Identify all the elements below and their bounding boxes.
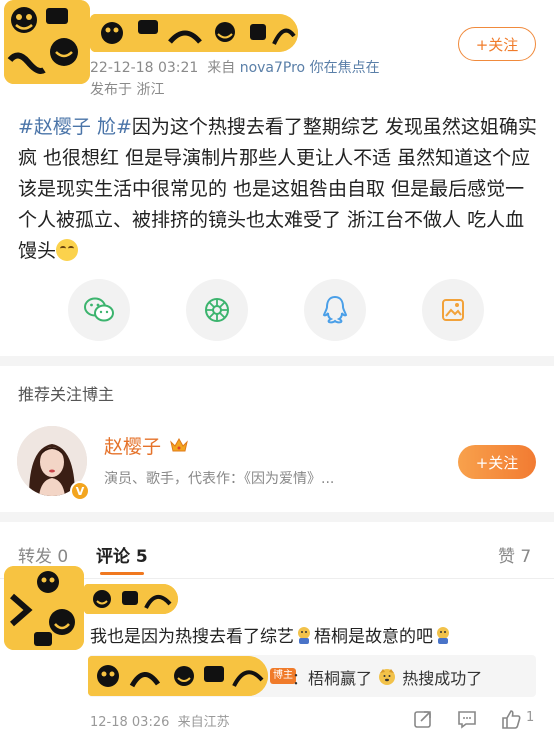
redacted-username-sticker — [90, 14, 298, 52]
dog-face-emoji-icon — [379, 669, 396, 685]
moments-icon — [205, 298, 229, 322]
comment-like-count: 1 — [526, 710, 535, 725]
tab-comment[interactable]: 评论 5 — [96, 542, 148, 567]
comment-meta: 12-18 03:26 来自江苏 — [90, 715, 230, 730]
repost-icon[interactable] — [412, 708, 434, 730]
thumbs-up-icon[interactable] — [500, 708, 522, 730]
follow-recommended-button[interactable]: +关注 — [458, 445, 536, 479]
post-location: 发布于 浙江 — [90, 82, 165, 98]
redacted-avatar-sticker — [4, 0, 90, 84]
section-divider — [0, 356, 554, 366]
doge-sad-emoji-icon — [437, 627, 449, 644]
verified-badge-icon: V — [70, 481, 90, 501]
recommend-section-title: 推荐关注博主 — [18, 385, 115, 404]
share-qq-button[interactable] — [304, 279, 366, 341]
post-device-link[interactable]: nova7Pro 你在焦点在 — [240, 60, 380, 76]
share-moments-button[interactable] — [186, 279, 248, 341]
redacted-reply-author-sticker — [88, 656, 268, 696]
post-timestamp: 22-12-18 03:21 来自 nova7Pro 你在焦点在 — [90, 60, 380, 76]
redacted-commenter-avatar-sticker — [4, 566, 84, 650]
reply-comment-icon[interactable] — [456, 708, 478, 730]
comment-text: 我也是因为热搜去看了综艺 梧桐是故意的吧 — [90, 622, 453, 647]
reply-text: ：梧桐赢了 热搜成功了 — [292, 669, 483, 688]
wechat-icon — [84, 297, 114, 322]
crown-icon — [170, 437, 188, 452]
share-wechat-button[interactable] — [68, 279, 130, 341]
recommended-user-desc: 演员、歌手，代表作：《因为爱情》... — [104, 471, 335, 487]
recommended-user-name[interactable]: 赵樱子 — [104, 432, 161, 459]
grin-emoji-icon — [56, 239, 79, 261]
post-body: #赵樱子 尬#因为这个热搜去看了整期综艺 发现虽然这姐确实疯 也很想红 但是导演… — [18, 112, 538, 267]
active-tab-indicator — [100, 572, 144, 575]
save-image-icon — [442, 299, 464, 321]
redacted-commenter-name-sticker — [84, 584, 178, 614]
tab-repost[interactable]: 转发 0 — [18, 542, 68, 567]
tab-like[interactable]: 赞 7 — [498, 542, 531, 567]
section-divider — [0, 512, 554, 522]
doge-sad-emoji-icon — [298, 627, 310, 644]
save-image-button[interactable] — [422, 279, 484, 341]
qq-icon — [322, 295, 348, 324]
follow-poster-button[interactable]: +关注 — [458, 27, 536, 61]
hashtag-link[interactable]: #赵樱子 尬# — [18, 116, 132, 138]
